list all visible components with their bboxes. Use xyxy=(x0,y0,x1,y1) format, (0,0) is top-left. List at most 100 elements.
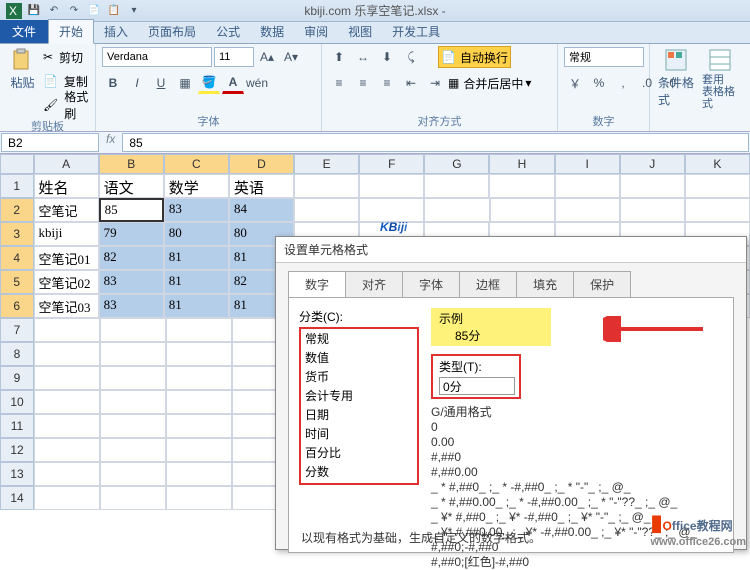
currency-icon[interactable]: ￥ xyxy=(564,72,586,94)
row-header[interactable]: 10 xyxy=(0,390,34,414)
type-input[interactable] xyxy=(439,377,515,395)
row-header[interactable]: 2 xyxy=(0,198,34,222)
cell[interactable] xyxy=(685,198,750,222)
tab-review[interactable]: 审阅 xyxy=(294,20,338,43)
cell[interactable] xyxy=(100,390,166,414)
fmt-item[interactable]: #,##0 xyxy=(431,450,723,465)
row-header[interactable]: 1 xyxy=(0,174,34,198)
bold-button[interactable]: B xyxy=(102,72,124,94)
row-header[interactable]: 4 xyxy=(0,246,34,270)
fmt-item[interactable]: #,##0.00 xyxy=(431,465,723,480)
italic-button[interactable]: I xyxy=(126,72,148,94)
cell[interactable] xyxy=(424,174,489,198)
save-icon[interactable]: 💾 xyxy=(26,3,42,19)
cell[interactable] xyxy=(34,414,100,438)
cell[interactable]: kbiji xyxy=(34,222,99,246)
cell[interactable]: 空笔记02 xyxy=(34,270,99,294)
cell[interactable] xyxy=(166,390,232,414)
cell[interactable] xyxy=(34,438,100,462)
cell[interactable] xyxy=(166,414,232,438)
fx-icon[interactable]: fx xyxy=(100,132,121,153)
row-header[interactable]: 8 xyxy=(0,342,34,366)
merge-button[interactable]: ▦合并后居中▾ xyxy=(448,72,531,94)
cell[interactable] xyxy=(620,174,685,198)
cell-active[interactable]: 85 xyxy=(99,198,164,222)
undo-icon[interactable]: ↶ xyxy=(46,3,62,19)
number-format-select[interactable] xyxy=(564,47,644,67)
format-painter-button[interactable]: 🖌格式刷 xyxy=(43,94,89,116)
dlg-tab-number[interactable]: 数字 xyxy=(288,271,346,297)
cell[interactable] xyxy=(359,174,424,198)
col-header[interactable]: C xyxy=(164,154,229,174)
cell[interactable] xyxy=(100,318,166,342)
cat-item[interactable]: 分数 xyxy=(301,462,417,481)
cell[interactable]: 81 xyxy=(164,246,229,270)
cell[interactable] xyxy=(555,198,620,222)
cell[interactable] xyxy=(490,198,555,222)
align-left-icon[interactable]: ≡ xyxy=(328,72,350,94)
cat-item[interactable]: 会计专用 xyxy=(301,386,417,405)
cell[interactable]: 83 xyxy=(99,294,164,318)
tab-view[interactable]: 视图 xyxy=(338,20,382,43)
cell[interactable] xyxy=(34,318,100,342)
row-header[interactable]: 13 xyxy=(0,462,34,486)
cell[interactable] xyxy=(166,342,232,366)
cell[interactable] xyxy=(359,198,424,222)
cell[interactable] xyxy=(489,174,554,198)
fmt-item[interactable]: 0 xyxy=(431,420,723,435)
cell[interactable] xyxy=(620,198,685,222)
cond-format-button[interactable]: 条件格式 xyxy=(656,46,696,110)
col-header[interactable]: B xyxy=(99,154,164,174)
tab-formula[interactable]: 公式 xyxy=(206,20,250,43)
cell[interactable] xyxy=(34,366,100,390)
cell[interactable] xyxy=(100,438,166,462)
font-size-select[interactable] xyxy=(214,47,254,67)
shrink-font-icon[interactable]: A▾ xyxy=(280,46,302,68)
cell[interactable] xyxy=(100,342,166,366)
row-header[interactable]: 6 xyxy=(0,294,34,318)
cell[interactable]: 姓名 xyxy=(34,174,99,198)
cell[interactable]: 81 xyxy=(164,270,229,294)
category-listbox[interactable]: 常规 数值 货币 会计专用 日期 时间 百分比 分数 科学记数 文本 特殊 自定… xyxy=(299,327,419,485)
fmt-item[interactable]: #,##0;[红色]-#,##0 xyxy=(431,555,723,570)
col-header[interactable]: J xyxy=(620,154,685,174)
cell[interactable]: 81 xyxy=(164,294,229,318)
row-header[interactable]: 14 xyxy=(0,486,34,510)
dlg-tab-font[interactable]: 字体 xyxy=(402,271,460,297)
tab-insert[interactable]: 插入 xyxy=(94,20,138,43)
col-header[interactable]: K xyxy=(685,154,750,174)
col-header[interactable]: D xyxy=(229,154,294,174)
tab-dev[interactable]: 开发工具 xyxy=(382,20,450,43)
formula-input[interactable] xyxy=(122,133,749,152)
row-header[interactable]: 5 xyxy=(0,270,34,294)
cell[interactable]: 84 xyxy=(229,198,294,222)
cell[interactable]: 英语 xyxy=(229,174,294,198)
cell[interactable] xyxy=(34,390,100,414)
cell[interactable] xyxy=(166,318,232,342)
align-middle-icon[interactable]: ↔ xyxy=(352,46,374,68)
cell[interactable] xyxy=(294,174,359,198)
paste-button[interactable]: 粘贴 xyxy=(6,46,39,93)
orientation-icon[interactable]: ⤹ xyxy=(400,46,422,68)
cell[interactable]: 语文 xyxy=(99,174,164,198)
cell[interactable] xyxy=(685,174,750,198)
cell[interactable]: 空笔记03 xyxy=(34,294,99,318)
cell[interactable] xyxy=(34,486,100,510)
row-header[interactable]: 9 xyxy=(0,366,34,390)
col-header[interactable]: G xyxy=(424,154,489,174)
col-header[interactable]: A xyxy=(34,154,99,174)
cell[interactable] xyxy=(100,462,166,486)
fmt-item[interactable]: _ * #,##0_ ;_ * -#,##0_ ;_ * "-"_ ;_ @_ xyxy=(431,480,723,495)
select-all-corner[interactable] xyxy=(0,154,34,174)
row-header[interactable]: 12 xyxy=(0,438,34,462)
cat-item[interactable]: 时间 xyxy=(301,424,417,443)
qat-icon2[interactable]: 📋 xyxy=(106,3,122,19)
name-box[interactable] xyxy=(1,133,99,152)
cell[interactable] xyxy=(424,198,489,222)
cat-item[interactable]: 货币 xyxy=(301,367,417,386)
row-header[interactable]: 7 xyxy=(0,318,34,342)
cell[interactable] xyxy=(34,462,100,486)
cell[interactable] xyxy=(166,438,232,462)
cat-item[interactable]: 百分比 xyxy=(301,443,417,462)
cell[interactable] xyxy=(166,486,232,510)
